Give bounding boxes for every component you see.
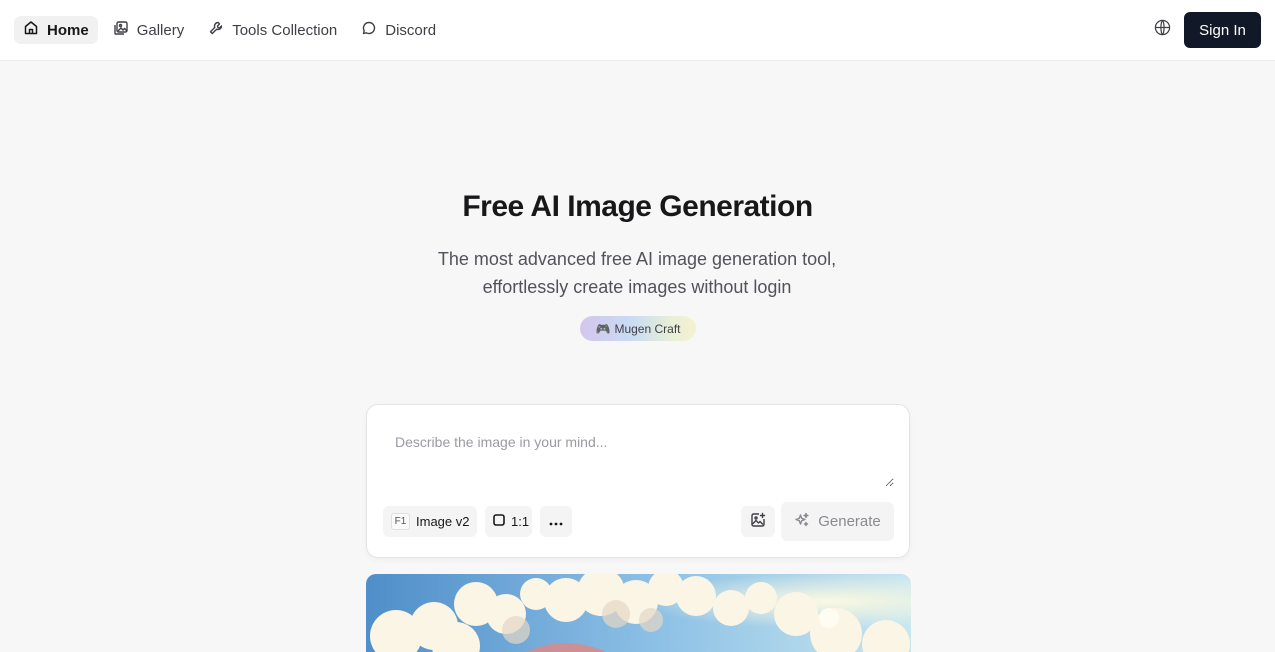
nav-item-label: Discord xyxy=(385,21,437,39)
nav-item-label: Tools Collection xyxy=(232,21,338,39)
model-key-badge: F1 xyxy=(391,513,410,530)
upload-image-button[interactable] xyxy=(741,506,775,537)
nav-item-label: Gallery xyxy=(136,21,185,39)
gallery-icon xyxy=(113,20,129,40)
model-label: Image v2 xyxy=(416,514,470,529)
nav-item-label: Home xyxy=(47,21,89,39)
game-controller-icon: 🎮 xyxy=(595,321,611,336)
more-options-button[interactable] xyxy=(540,506,572,537)
aspect-ratio-selector[interactable]: 1:1 xyxy=(485,506,532,537)
generate-button[interactable]: Generate xyxy=(781,502,894,541)
nav-item-gallery[interactable]: Gallery xyxy=(104,16,194,44)
prompt-input[interactable] xyxy=(383,425,894,487)
ellipsis-icon xyxy=(549,514,563,529)
example-image-preview xyxy=(366,574,911,652)
main-nav: Home Gallery Tools Collection Discord xyxy=(14,16,445,44)
wrench-icon xyxy=(208,20,224,40)
nav-item-home[interactable]: Home xyxy=(14,16,98,44)
prompt-composer: F1 Image v2 1:1 Generate xyxy=(366,404,910,558)
language-button[interactable] xyxy=(1151,19,1173,41)
badge-label: Mugen Craft xyxy=(614,321,681,336)
square-icon xyxy=(493,514,505,529)
model-selector[interactable]: F1 Image v2 xyxy=(383,506,477,537)
mugen-craft-badge[interactable]: 🎮 Mugen Craft xyxy=(580,316,696,341)
nav-item-discord[interactable]: Discord xyxy=(352,16,445,44)
image-upload-icon xyxy=(750,512,766,531)
page-title: Free AI Image Generation xyxy=(462,190,813,223)
aspect-ratio-label: 1:1 xyxy=(511,514,530,529)
sign-in-button[interactable]: Sign In xyxy=(1184,12,1261,48)
generate-label: Generate xyxy=(818,513,881,530)
home-icon xyxy=(23,20,39,40)
sparkles-icon xyxy=(794,512,810,532)
globe-icon xyxy=(1154,19,1171,41)
page-subtitle: The most advanced free AI image generati… xyxy=(437,249,837,297)
chat-bubble-icon xyxy=(361,20,377,40)
nav-item-tools-collection[interactable]: Tools Collection xyxy=(199,16,346,44)
top-navigation-bar: Home Gallery Tools Collection Discord Si… xyxy=(0,0,1275,61)
